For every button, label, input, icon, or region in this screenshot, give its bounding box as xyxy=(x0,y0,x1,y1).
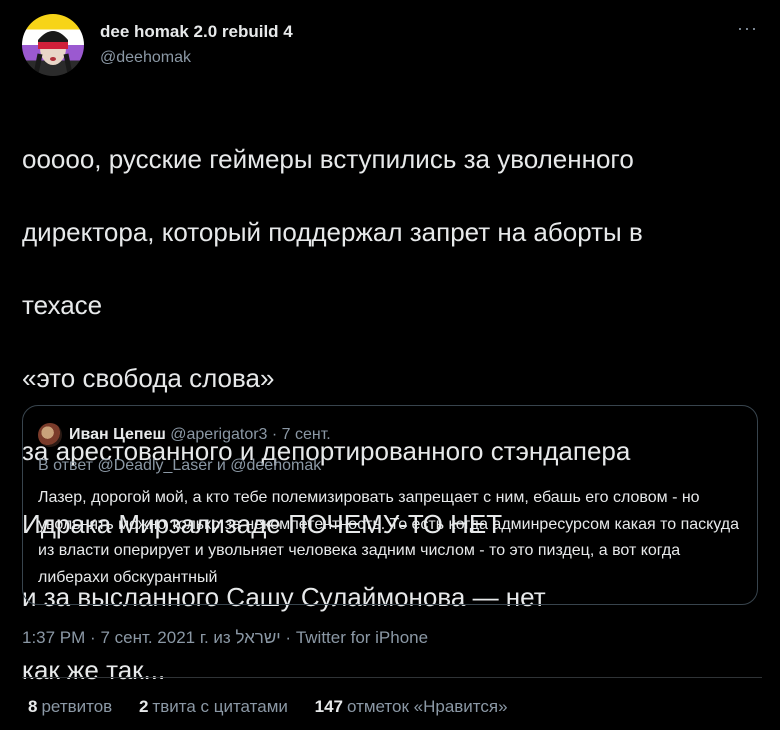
tweet-line: директора, который поддержал запрет на а… xyxy=(22,216,643,247)
quoted-author-avatar xyxy=(38,423,62,447)
quotes-label: твита с цитатами xyxy=(152,697,288,716)
tweet-header: dee homak 2.0 rebuild 4 @deehomak ··· xyxy=(22,14,762,76)
quoted-reply-to: В ответ @Deadly_Laser и @deehomak xyxy=(38,457,322,474)
author-name[interactable]: dee homak 2.0 rebuild 4 xyxy=(100,22,293,42)
tweet-source[interactable]: Twitter for iPhone xyxy=(296,628,428,647)
tweet-line: техасе xyxy=(22,289,103,320)
divider xyxy=(22,677,762,678)
more-options-icon[interactable]: ··· xyxy=(737,18,758,39)
quotes-stat[interactable]: 2 твита с цитатами xyxy=(139,697,288,716)
likes-stat[interactable]: 147 отметок «Нравится» xyxy=(315,697,508,716)
quoted-tweet-text: Лазер, дорогой мой, а кто тебе полемизир… xyxy=(38,489,740,586)
tweet-line: как же так... xyxy=(22,654,166,685)
tweet-stats: 8 ретвитов 2 твита с цитатами 147 отметок «… xyxy=(28,697,530,717)
retweets-label: ретвитов xyxy=(41,697,113,716)
quoted-author-handle-date: @aperigator3 · 7 сент. xyxy=(170,426,331,443)
quoted-tweet-header: Иван Цепеш @aperigator3 · 7 сент. xyxy=(69,426,331,444)
author-avatar[interactable] xyxy=(22,14,84,76)
retweets-stat[interactable]: 8 ретвитов xyxy=(28,697,112,716)
tweet-date[interactable]: 7 сент. 2021 г. из ישראל xyxy=(100,628,280,647)
tweet-line: «это свобода слова» xyxy=(22,362,275,393)
retweets-count: 8 xyxy=(28,697,38,716)
likes-label: отметок «Нравится» xyxy=(346,697,508,716)
author-handle[interactable]: @deehomak xyxy=(100,49,191,67)
meta-separator: · xyxy=(90,628,101,647)
avatar-figure-icon xyxy=(33,31,73,75)
quoted-tweet[interactable]: Иван Цепеш @aperigator3 · 7 сент. В отве… xyxy=(22,405,758,605)
quotes-count: 2 xyxy=(138,697,149,716)
meta-separator: · xyxy=(285,628,296,647)
tweet-time[interactable]: 1:37 PM xyxy=(22,628,85,647)
quoted-author-name: Иван Цепеш xyxy=(69,426,166,443)
tweet-line: ооооо, русские геймеры вступились за уво… xyxy=(22,143,634,174)
tweet-meta: 1:37 PM · 7 сент. 2021 г. из ישראל · Twi… xyxy=(22,628,428,648)
likes-count: 147 xyxy=(314,697,343,716)
